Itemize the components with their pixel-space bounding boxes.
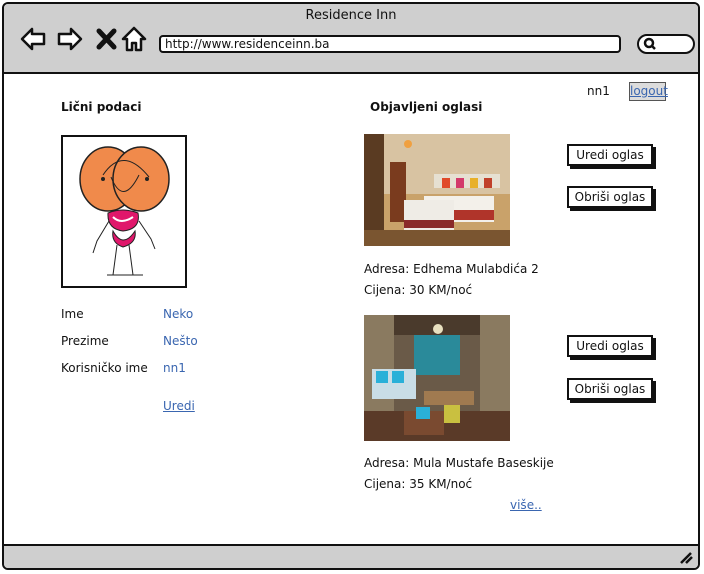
lounge-room-image <box>364 315 510 441</box>
logout-link[interactable]: logout <box>629 82 668 101</box>
hotel-room-image <box>364 134 510 246</box>
forward-icon[interactable] <box>57 26 83 52</box>
window-title: Residence Inn <box>305 8 397 23</box>
edit-profile-link[interactable]: Uredi <box>163 399 195 413</box>
listing-price: Cijena: 35 KM/noć <box>364 477 473 491</box>
status-bar <box>4 544 698 568</box>
listing-address: Adresa: Mula Mustafe Baseskije <box>364 456 554 470</box>
back-icon[interactable] <box>20 26 46 52</box>
address-bar[interactable]: http://www.residenceinn.ba <box>159 35 621 53</box>
username-value: nn1 <box>163 361 186 375</box>
search-icon <box>643 37 656 50</box>
listing-price: Cijena: 30 KM/noć <box>364 283 473 297</box>
resize-grip-icon[interactable] <box>678 549 694 565</box>
profile-heading: Lični podaci <box>61 100 142 114</box>
edit-listing-button[interactable]: Uredi oglas <box>567 144 653 166</box>
browser-toolbar: Residence Inn http://www.residenceinn.ba <box>4 4 698 74</box>
first-name-value: Neko <box>163 307 194 321</box>
current-username: nn1 <box>587 84 610 98</box>
browser-window: Residence Inn http://www.residenceinn.ba… <box>2 2 700 570</box>
avatar-drawing-icon <box>79 146 170 276</box>
listings-heading: Objavljeni oglasi <box>370 100 483 114</box>
listing-address: Adresa: Edhema Mulabdića 2 <box>364 262 539 276</box>
more-listings-link[interactable]: više.. <box>510 498 542 512</box>
edit-listing-button[interactable]: Uredi oglas <box>567 335 653 357</box>
delete-listing-button[interactable]: Obriši oglas <box>567 186 653 208</box>
home-icon[interactable] <box>121 26 147 52</box>
search-box[interactable] <box>637 34 695 54</box>
first-name-label: Ime <box>61 307 84 321</box>
listing-photo <box>364 134 510 246</box>
delete-listing-button[interactable]: Obriši oglas <box>567 378 653 400</box>
last-name-label: Prezime <box>61 334 109 348</box>
listing-photo <box>364 315 510 441</box>
username-label: Korisničko ime <box>61 361 148 375</box>
stop-icon[interactable] <box>94 26 120 52</box>
last-name-value: Nešto <box>163 334 198 348</box>
avatar <box>61 135 187 288</box>
